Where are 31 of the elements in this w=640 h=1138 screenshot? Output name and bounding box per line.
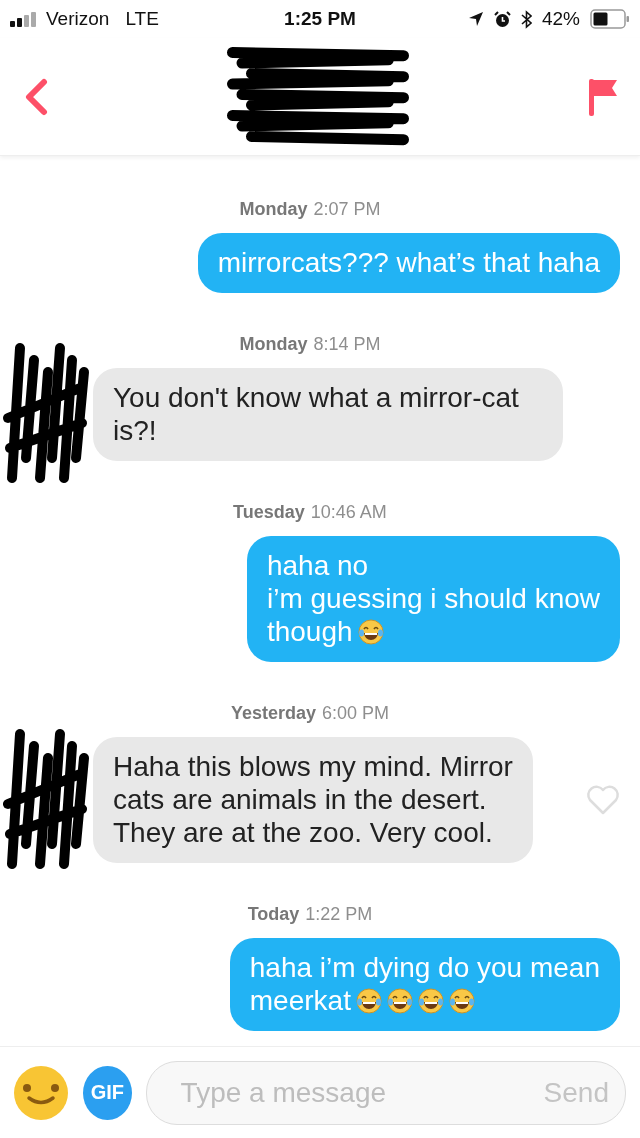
message-timestamp: Monday 8:14 PM bbox=[239, 334, 381, 354]
battery-percent: 42% bbox=[541, 8, 580, 30]
received-message-bubble: You don't know what a mirror-cat is?! bbox=[93, 368, 563, 461]
gif-button[interactable]: GIF bbox=[83, 1065, 132, 1120]
laughing-tears-emoji-icon bbox=[448, 988, 475, 1014]
message-timestamp: Today 1:22 PM bbox=[247, 904, 373, 924]
received-message-bubble: Haha this blows my mind. Mirror cats are animals in the desert. They are at the zoo. Very cool. bbox=[93, 737, 533, 863]
emoji-button[interactable] bbox=[13, 1064, 69, 1121]
flag-icon bbox=[588, 76, 618, 117]
laughing-tears-emoji-icon bbox=[417, 988, 444, 1014]
message-timestamp: Tuesday 10:46 AM bbox=[233, 502, 387, 522]
laughing-tears-emoji-icon bbox=[357, 619, 384, 645]
report-button[interactable] bbox=[588, 76, 618, 117]
smiley-face-icon bbox=[13, 1064, 69, 1121]
location-arrow-icon bbox=[467, 11, 484, 27]
sent-message-bubble: haha no i’m guessing i should know though bbox=[246, 536, 620, 662]
message-timestamp: Yesterday 6:00 PM bbox=[230, 703, 390, 723]
carrier-name: Verizon bbox=[46, 8, 110, 30]
back-chevron-icon bbox=[24, 77, 48, 116]
laughing-tears-emoji-icon bbox=[355, 988, 382, 1014]
message-timestamp: Monday 2:07 PM bbox=[239, 199, 381, 219]
battery-icon bbox=[590, 9, 630, 29]
laughing-tears-emoji-icon bbox=[386, 988, 413, 1014]
alarm-clock-icon bbox=[493, 10, 511, 28]
network-type: LTE bbox=[125, 8, 159, 30]
bluetooth-icon bbox=[520, 9, 532, 29]
back-button[interactable] bbox=[24, 77, 48, 116]
sent-message-bubble: haha i’m dying do you mean meerkat bbox=[229, 938, 620, 1031]
sent-message-bubble: mirrorcats??? what’s that haha bbox=[197, 233, 620, 293]
clock-time: 1:25 PM bbox=[284, 8, 356, 30]
signal-icon bbox=[10, 11, 38, 27]
